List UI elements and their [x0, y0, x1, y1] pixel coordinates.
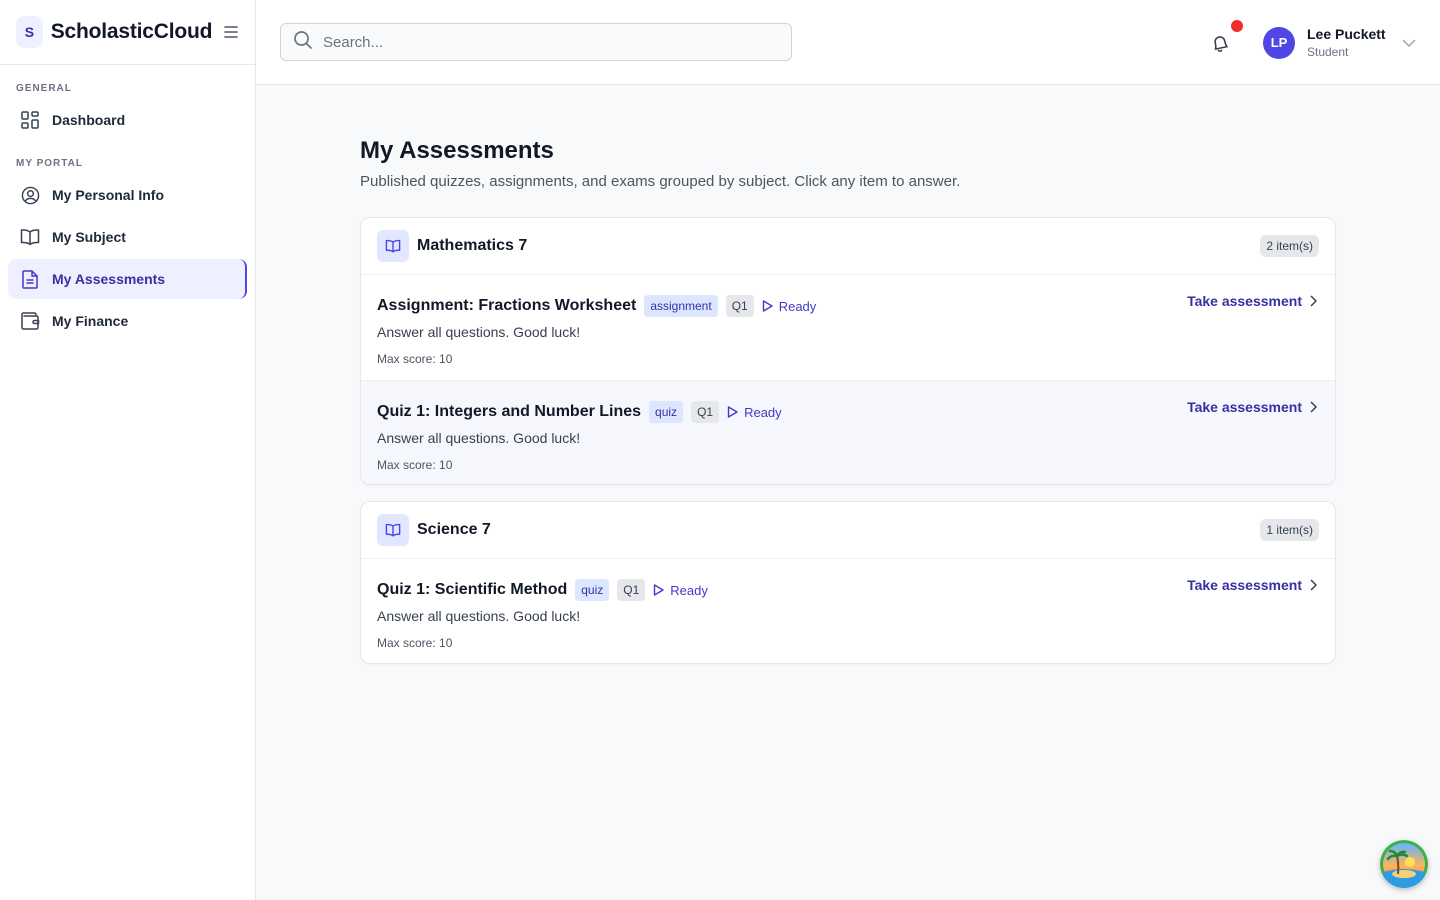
nav-section-my-portal: MY PORTAL	[16, 158, 83, 169]
assessment-title: Assignment: Fractions Worksheet	[377, 297, 637, 314]
sidebar-item-label: My Assessments	[52, 271, 166, 287]
sidebar-item-label: My Personal Info	[52, 187, 165, 203]
chevron-right-icon	[1310, 579, 1317, 591]
user-menu[interactable]: LP Lee Puckett Student	[1263, 26, 1416, 59]
status-label: Ready	[744, 404, 782, 420]
dashboard-grid-icon	[20, 110, 40, 130]
search-box[interactable]	[280, 23, 792, 61]
user-circle-icon	[20, 185, 40, 205]
search-icon	[293, 30, 313, 55]
document-icon	[20, 269, 40, 289]
quarter-badge: Q1	[617, 579, 646, 601]
type-badge: quiz	[649, 401, 684, 423]
type-badge: quiz	[575, 579, 610, 601]
assessment-title: Quiz 1: Scientific Method	[377, 581, 568, 598]
menu-toggle-icon[interactable]	[222, 22, 239, 42]
brand-logo[interactable]: S	[16, 16, 43, 48]
status-badge: Ready	[762, 298, 817, 314]
take-assessment-label: Take assessment	[1187, 293, 1302, 309]
sidebar-item-my-subject[interactable]: My Subject	[8, 217, 247, 257]
page-title: My Assessments	[360, 137, 554, 164]
sidebar-item-my-assessments[interactable]: My Assessments	[8, 259, 247, 299]
take-assessment-label: Take assessment	[1187, 577, 1302, 593]
assessment-item[interactable]: Quiz 1: Scientific Method quiz Q1 Ready …	[361, 559, 1335, 663]
subject-header: Science 7 1 item(s)	[361, 502, 1335, 559]
sidebar-item-dashboard[interactable]: Dashboard	[8, 100, 247, 140]
subject-name: Mathematics 7	[417, 237, 528, 254]
status-badge: Ready	[727, 405, 782, 420]
take-assessment-link[interactable]: Take assessment	[1187, 293, 1317, 309]
user-info: Lee Puckett Student	[1307, 26, 1386, 59]
quarter-badge: Q1	[691, 401, 720, 423]
chevron-right-icon	[1310, 295, 1317, 307]
max-score: Max score: 10	[377, 352, 453, 366]
wallet-icon	[20, 311, 40, 331]
sidebar-item-label: Dashboard	[52, 112, 126, 128]
search-input[interactable]	[323, 33, 763, 51]
chevron-down-icon	[1402, 34, 1416, 52]
island-icon	[1380, 840, 1428, 888]
subject-card-mathematics: Mathematics 7 2 item(s) Assignment: Frac…	[360, 217, 1336, 485]
quarter-badge: Q1	[725, 295, 754, 317]
max-score: Max score: 10	[377, 458, 453, 472]
assessment-item[interactable]: Quiz 1: Integers and Number Lines quiz Q…	[361, 380, 1335, 484]
play-icon	[654, 584, 664, 596]
subject-card-science: Science 7 1 item(s) Quiz 1: Scientific M…	[360, 501, 1336, 664]
subject-header: Mathematics 7 2 item(s)	[361, 218, 1335, 275]
brand-name[interactable]: ScholasticCloud	[51, 20, 213, 44]
sidebar-item-label: My Subject	[52, 229, 126, 245]
item-count-badge: 2 item(s)	[1260, 235, 1319, 257]
top-bar: LP Lee Puckett Student	[256, 0, 1440, 85]
sidebar-item-personal-info[interactable]: My Personal Info	[8, 175, 247, 215]
sidebar: S ScholasticCloud GENERAL Dashboard MY P…	[0, 0, 256, 900]
status-badge: Ready	[653, 583, 708, 598]
item-count-badge: 1 item(s)	[1260, 519, 1319, 541]
user-name: Lee Puckett	[1307, 26, 1386, 42]
book-open-icon	[20, 227, 40, 247]
take-assessment-link[interactable]: Take assessment	[1187, 577, 1317, 593]
assessment-item[interactable]: Assignment: Fractions Worksheet assignme…	[361, 275, 1335, 380]
avatar: LP	[1263, 26, 1295, 59]
chevron-right-icon	[1310, 401, 1317, 413]
max-score: Max score: 10	[377, 636, 453, 650]
notification-bell-icon[interactable]	[1208, 30, 1232, 54]
book-open-icon	[377, 230, 409, 262]
app-root: S ScholasticCloud GENERAL Dashboard MY P…	[0, 0, 1440, 900]
take-assessment-link[interactable]: Take assessment	[1187, 399, 1317, 415]
assessment-description: Answer all questions. Good luck!	[377, 324, 581, 340]
page-subtitle: Published quizzes, assignments, and exam…	[360, 173, 961, 190]
assessment-description: Answer all questions. Good luck!	[377, 430, 581, 446]
notification-dot	[1231, 20, 1243, 32]
subject-name: Science 7	[417, 521, 491, 538]
type-badge: assignment	[644, 295, 718, 317]
nav-section-general: GENERAL	[16, 83, 72, 94]
assessment-title: Quiz 1: Integers and Number Lines	[377, 403, 642, 420]
floating-assistant-button[interactable]	[1380, 840, 1428, 888]
play-icon	[762, 300, 773, 312]
take-assessment-label: Take assessment	[1187, 399, 1302, 415]
assessment-description: Answer all questions. Good luck!	[377, 608, 581, 624]
play-icon	[727, 406, 738, 418]
brand-header: S ScholasticCloud	[0, 0, 255, 65]
status-label: Ready	[778, 298, 817, 314]
status-label: Ready	[670, 582, 708, 598]
sidebar-item-my-finance[interactable]: My Finance	[8, 301, 247, 341]
sidebar-item-label: My Finance	[52, 313, 129, 329]
user-role: Student	[1307, 45, 1349, 59]
book-open-icon	[377, 514, 409, 546]
